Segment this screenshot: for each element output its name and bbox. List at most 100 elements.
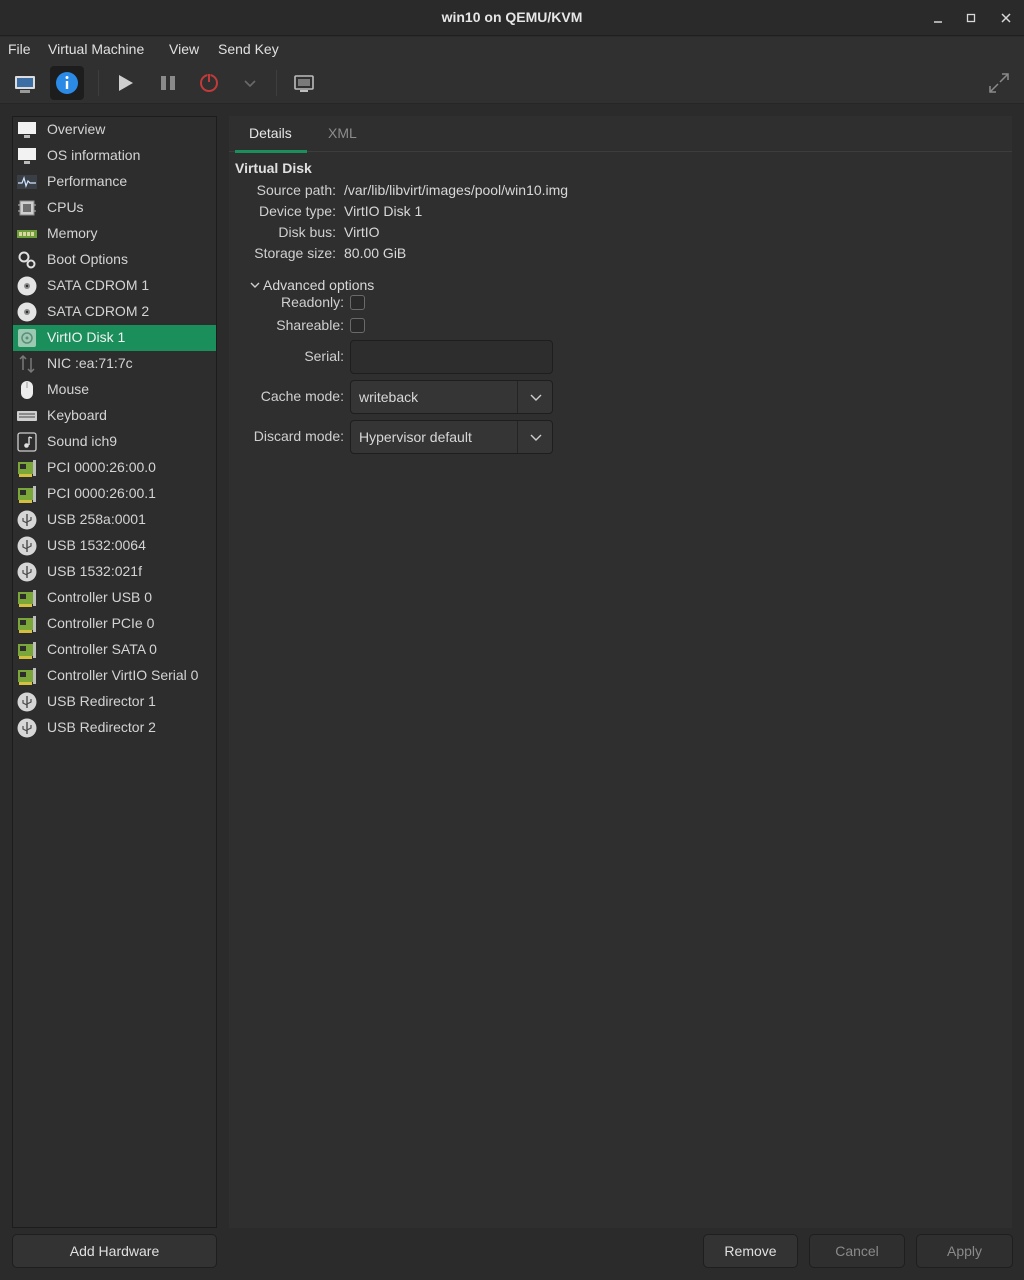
cache-mode-label: Cache mode: [260,388,344,404]
sidebar-item-controller-virtio-serial-0[interactable]: Controller VirtIO Serial 0 [13,663,216,689]
source-path-label: Source path: [256,182,336,198]
sidebar-item-pci-0000-26-00-1[interactable]: PCI 0000:26:00.1 [13,481,216,507]
usb-icon [17,562,37,582]
run-button[interactable] [108,66,142,100]
sidebar-item-mouse[interactable]: Mouse [13,377,216,403]
cpu-icon [18,200,36,216]
chevron-down-icon [530,434,542,441]
device-type-value: VirtIO Disk 1 [344,203,423,219]
sidebar-item-overview[interactable]: Overview [13,117,216,143]
details-panel: Details XML Virtual Disk Source path: /v… [229,116,1012,1228]
menu-bar: File Virtual Machine View Send Key [0,37,1024,62]
monitor-icon [18,122,36,138]
sidebar-item-label: USB 258a:0001 [47,511,146,527]
snapshots-button[interactable] [287,66,321,100]
title-bar: win10 on QEMU/KVM [0,0,1024,36]
discard-mode-select[interactable]: Hypervisor default [350,420,553,454]
sidebar-item-label: Controller USB 0 [47,589,153,605]
sidebar-item-label: Memory [47,225,98,241]
menu-virtual-machine[interactable]: Virtual Machine [48,41,144,57]
sidebar-item-usb-1532-021f[interactable]: USB 1532:021f [13,559,216,585]
sidebar-item-sound[interactable]: Sound ich9 [13,429,216,455]
sidebar-item-boot-options[interactable]: Boot Options [13,247,216,273]
sidebar-item-sata-cdrom-2[interactable]: SATA CDROM 2 [13,299,216,325]
sidebar-item-pci-0000-26-00-0[interactable]: PCI 0000:26:00.0 [13,455,216,481]
sidebar-item-label: Overview [47,121,106,137]
menu-send-key[interactable]: Send Key [218,41,279,57]
usb-icon [17,692,37,712]
tab-details[interactable]: Details [249,125,292,141]
sidebar-item-usb-redirector-2[interactable]: USB Redirector 2 [13,715,216,741]
fullscreen-icon [989,73,1009,93]
sidebar-item-controller-sata-0[interactable]: Controller SATA 0 [13,637,216,663]
power-icon [200,73,218,92]
menu-file[interactable]: File [8,41,31,57]
sidebar-item-label: Controller VirtIO Serial 0 [47,667,199,683]
usb-icon [17,510,37,530]
cdrom-icon [17,302,37,322]
toolbar-separator [276,70,277,96]
readonly-checkbox[interactable] [350,295,365,310]
sidebar-item-os-information[interactable]: OS information [13,143,216,169]
sidebar-item-label: PCI 0000:26:00.1 [47,485,156,501]
console-button[interactable] [8,66,42,100]
sidebar-item-usb-redirector-1[interactable]: USB Redirector 1 [13,689,216,715]
chevron-down-icon [244,80,256,88]
discard-mode-label: Discard mode: [253,428,344,444]
storage-size-label: Storage size: [254,245,336,261]
keyboard-icon [17,411,37,421]
sidebar-item-nic[interactable]: NIC :ea:71:7c [13,351,216,377]
cache-mode-select[interactable]: writeback [350,380,553,414]
minimize-button[interactable] [928,8,948,28]
add-hardware-button[interactable]: Add Hardware [12,1234,217,1268]
toolbar-separator [98,70,99,96]
pci-card-icon [18,616,36,633]
close-icon [1001,13,1011,23]
sidebar-item-usb-1532-0064[interactable]: USB 1532:0064 [13,533,216,559]
combo-divider [517,381,518,413]
source-path-value: /var/lib/libvirt/images/pool/win10.img [344,182,569,198]
sidebar-item-label: PCI 0000:26:00.0 [47,459,156,475]
pause-button[interactable] [151,66,185,100]
serial-input[interactable] [350,340,553,374]
sidebar-item-memory[interactable]: Memory [13,221,216,247]
minimize-icon [934,21,942,23]
advanced-options-label: Advanced options [263,277,375,293]
pci-card-icon [18,642,36,659]
play-icon [119,75,133,91]
details-button[interactable] [50,66,84,100]
sidebar-item-label: CPUs [47,199,84,215]
close-button[interactable] [996,8,1016,28]
fullscreen-button[interactable] [982,66,1016,100]
remove-button[interactable]: Remove [703,1234,798,1268]
sidebar-item-virtio-disk-1[interactable]: VirtIO Disk 1 [13,325,216,351]
tab-xml[interactable]: XML [328,125,357,141]
sidebar-item-cpus[interactable]: CPUs [13,195,216,221]
menu-view[interactable]: View [169,41,199,57]
sidebar-item-label: Controller PCIe 0 [47,615,155,631]
apply-button[interactable]: Apply [916,1234,1013,1268]
cancel-button[interactable]: Cancel [809,1234,905,1268]
sidebar-item-label: Keyboard [47,407,107,423]
monitor-icon [15,76,35,93]
sidebar-item-label: NIC :ea:71:7c [47,355,133,371]
sidebar-item-performance[interactable]: Performance [13,169,216,195]
sidebar-item-keyboard[interactable]: Keyboard [13,403,216,429]
sidebar-item-label: VirtIO Disk 1 [47,329,126,345]
shutdown-button[interactable] [192,66,226,100]
sidebar-item-controller-usb-0[interactable]: Controller USB 0 [13,585,216,611]
chevron-down-icon [250,282,260,288]
combo-divider [517,421,518,453]
discard-mode-value: Hypervisor default [359,429,472,445]
sidebar-item-sata-cdrom-1[interactable]: SATA CDROM 1 [13,273,216,299]
network-icon [19,354,35,374]
shutdown-menu-button[interactable] [233,66,267,100]
sidebar-item-controller-pcie-0[interactable]: Controller PCIe 0 [13,611,216,637]
maximize-button[interactable] [961,8,981,28]
sidebar-item-usb-258a-0001[interactable]: USB 258a:0001 [13,507,216,533]
info-icon [56,72,78,94]
shareable-checkbox[interactable] [350,318,365,333]
pci-card-icon [18,486,36,503]
sidebar-item-label: Sound ich9 [47,433,118,449]
storage-size-value: 80.00 GiB [344,245,407,261]
